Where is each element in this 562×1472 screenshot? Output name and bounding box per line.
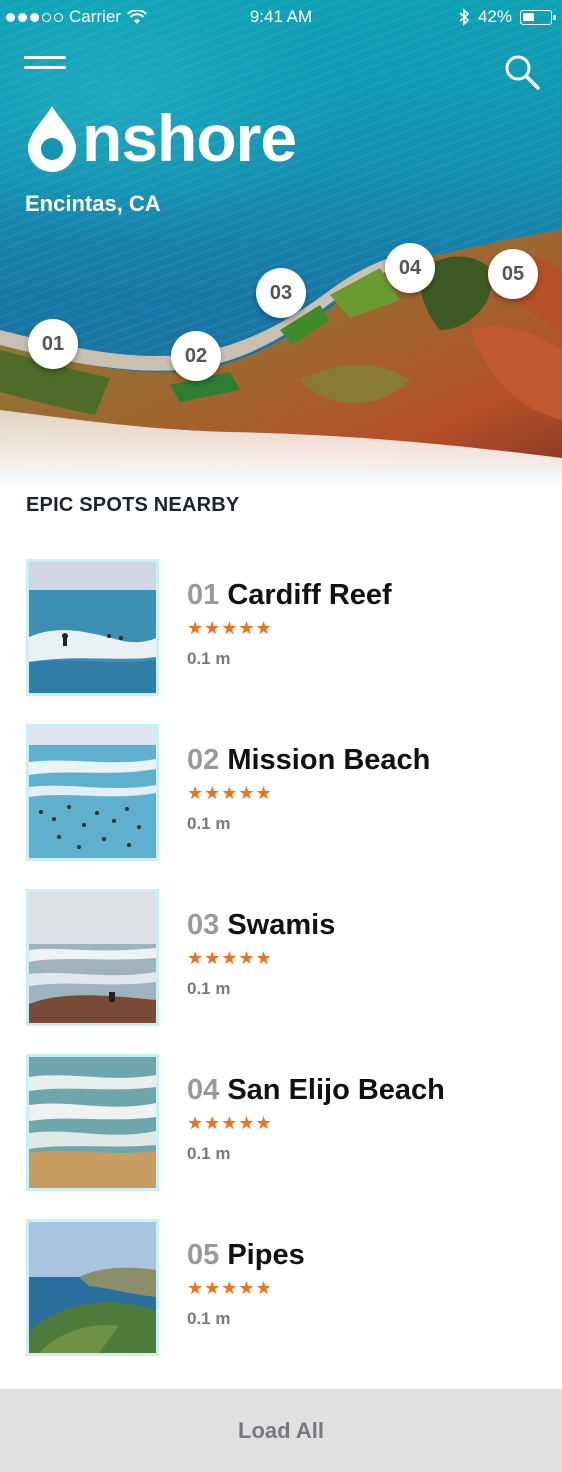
water-drop-logo-icon: [28, 106, 76, 172]
map-pin-03[interactable]: 03: [256, 268, 306, 318]
battery-icon: [520, 9, 556, 25]
star-rating-icon: ★★★★★: [187, 783, 273, 803]
spot-distance: 0.1 m: [187, 979, 231, 998]
spot-thumbnail: [26, 724, 159, 861]
star-rating-icon: ★★★★★: [187, 1113, 273, 1133]
hero-map: Carrier 9:41 AM 42% nshore Encintas, CA …: [0, 0, 562, 490]
spot-distance: 0.1 m: [187, 1309, 231, 1328]
spot-item-cardiff-reef[interactable]: 01 Cardiff Reef ★★★★★ 0.1 m: [26, 559, 536, 697]
battery-percent: 42%: [477, 7, 512, 26]
menu-line-icon: [24, 66, 66, 69]
spot-name: Mission Beach: [227, 744, 431, 776]
star-rating-icon: ★★★★★: [187, 618, 273, 638]
brand-logo: nshore: [24, 100, 297, 176]
map-pin-05[interactable]: 05: [488, 249, 538, 299]
spot-name: Pipes: [227, 1239, 305, 1271]
status-bar: Carrier 9:41 AM 42%: [0, 0, 562, 34]
star-rating-icon: ★★★★★: [187, 1278, 273, 1298]
map-pin-02[interactable]: 02: [171, 331, 221, 381]
spot-number: 05: [187, 1239, 220, 1271]
brand-name: nshore: [82, 101, 297, 175]
spot-distance: 0.1 m: [187, 814, 231, 833]
spot-title: 01 Cardiff Reef: [187, 579, 392, 612]
spot-title: 04 San Elijo Beach: [187, 1074, 445, 1107]
spot-thumbnail: [26, 1219, 159, 1356]
section-title: EPIC SPOTS NEARBY: [26, 494, 240, 516]
spot-item-san-elijo-beach[interactable]: 04 San Elijo Beach ★★★★★ 0.1 m: [26, 1054, 536, 1192]
spot-title: 05 Pipes: [187, 1239, 305, 1272]
spot-item-mission-beach[interactable]: 02 Mission Beach ★★★★★ 0.1 m: [26, 724, 536, 862]
spot-name: San Elijo Beach: [227, 1074, 445, 1106]
bluetooth-icon: [459, 8, 470, 26]
spot-name: Swamis: [227, 909, 336, 941]
star-rating-icon: ★★★★★: [187, 948, 273, 968]
spot-number: 04: [187, 1074, 220, 1106]
spot-title: 03 Swamis: [187, 909, 335, 942]
spot-number: 03: [187, 909, 220, 941]
spot-thumbnail: [26, 559, 159, 696]
spot-distance: 0.1 m: [187, 649, 231, 668]
spot-item-pipes[interactable]: 05 Pipes ★★★★★ 0.1 m: [26, 1219, 536, 1357]
spot-name: Cardiff Reef: [227, 579, 392, 611]
map-pin-04[interactable]: 04: [385, 243, 435, 293]
spot-thumbnail: [26, 889, 159, 1026]
coastline-illustration: [0, 230, 562, 490]
location-label: Encintas, CA: [25, 191, 161, 216]
status-right: 42%: [458, 7, 556, 27]
spot-number: 02: [187, 744, 220, 776]
spot-distance: 0.1 m: [187, 1144, 231, 1163]
spot-thumbnail: [26, 1054, 159, 1191]
spot-number: 01: [187, 579, 220, 611]
spot-title: 02 Mission Beach: [187, 744, 430, 777]
load-all-button[interactable]: Load All: [0, 1389, 562, 1472]
map-pin-01[interactable]: 01: [28, 319, 78, 369]
menu-line-icon: [24, 56, 66, 59]
spot-item-swamis[interactable]: 03 Swamis ★★★★★ 0.1 m: [26, 889, 536, 1027]
search-icon[interactable]: [502, 52, 542, 92]
hamburger-menu-button[interactable]: [24, 56, 68, 80]
